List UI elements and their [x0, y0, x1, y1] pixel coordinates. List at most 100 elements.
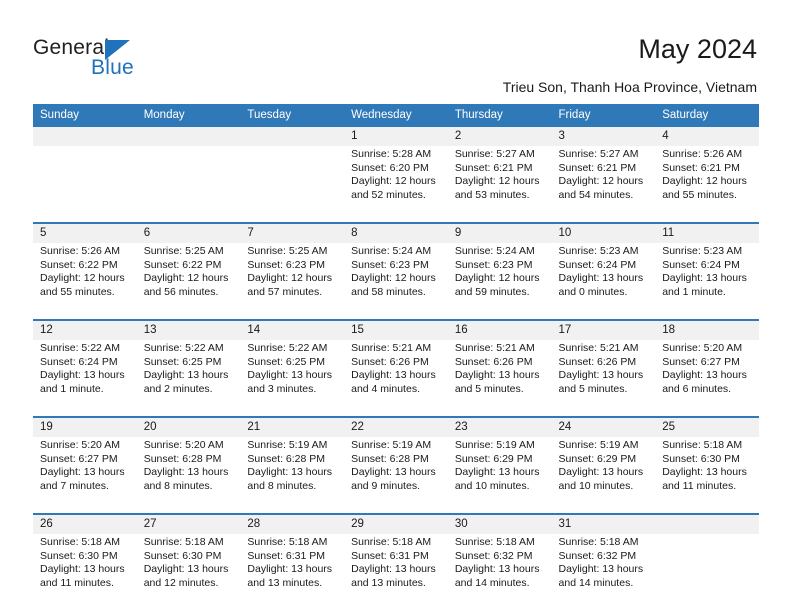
- day-number-cell[interactable]: 29: [344, 513, 448, 534]
- day-number-cell[interactable]: 13: [136, 319, 241, 340]
- day-number: 12: [40, 324, 53, 336]
- day-number-cell[interactable]: 23: [447, 416, 552, 437]
- day-number: 27: [143, 518, 157, 530]
- day-cell[interactable]: Sunrise: 5:22 AM Sunset: 6:25 PM Daylight:…: [240, 340, 345, 417]
- day-cell[interactable]: Sunrise: 5:19 AM Sunset: 6:29 PM Daylight:…: [551, 437, 656, 514]
- daylight-text: Daylight: 13 hours: [40, 369, 125, 382]
- weekday-header-sunday: Sunday: [33, 104, 137, 127]
- day-cell[interactable]: Sunrise: 5:26 AM Sunset: 6:21 PM Daylight:…: [655, 146, 759, 223]
- day-cell[interactable]: Sunrise: 5:18 AM Sunset: 6:30 PM Daylight:…: [655, 437, 759, 514]
- day-cell[interactable]: Sunrise: 5:20 AM Sunset: 6:28 PM Daylight:…: [136, 437, 241, 514]
- day-number-cell[interactable]: 18: [655, 319, 759, 340]
- day-cell[interactable]: Sunrise: 5:21 AM Sunset: 6:26 PM Daylight:…: [551, 340, 656, 417]
- day-number: 16: [454, 324, 468, 336]
- day-number: 22: [351, 421, 364, 433]
- day-number-cell[interactable]: 14: [240, 319, 345, 340]
- day-number-cell[interactable]: 19: [33, 416, 137, 437]
- day-number-cell[interactable]: 21: [240, 416, 345, 437]
- day-number: 17: [558, 324, 572, 336]
- day-cell[interactable]: Sunrise: 5:21 AM Sunset: 6:26 PM Daylight:…: [344, 340, 448, 417]
- day-number-cell[interactable]: 17: [551, 319, 656, 340]
- day-number-cell[interactable]: 27: [136, 513, 241, 534]
- general-blue-logo: General Blue: [33, 36, 233, 84]
- day-cell[interactable]: Sunrise: 5:27 AM Sunset: 6:21 PM Daylight:…: [447, 146, 552, 223]
- day-number-cell[interactable]: 1: [344, 127, 448, 146]
- day-number: 5: [40, 227, 47, 239]
- day-number-cell[interactable]: 10: [551, 222, 656, 243]
- day-number-cell[interactable]: 9: [447, 222, 552, 243]
- logo-word-blue: Blue: [91, 56, 134, 79]
- daylight-text: and 6 minutes.: [662, 382, 732, 395]
- day-cell[interactable]: Sunrise: 5:18 AM Sunset: 6:32 PM Daylight:…: [551, 534, 656, 610]
- day-number-cell[interactable]: 3: [551, 127, 656, 146]
- day-number-cell[interactable]: 15: [344, 319, 448, 340]
- day-cell[interactable]: Sunrise: 5:23 AM Sunset: 6:24 PM Daylight:…: [655, 243, 759, 320]
- day-cell[interactable]: Sunrise: 5:18 AM Sunset: 6:30 PM Daylight:…: [33, 534, 137, 610]
- empty-day-cell: [136, 146, 241, 223]
- day-cell[interactable]: Sunrise: 5:20 AM Sunset: 6:27 PM Daylight:…: [655, 340, 759, 417]
- day-cell[interactable]: Sunrise: 5:21 AM Sunset: 6:26 PM Daylight:…: [447, 340, 552, 417]
- week-detail-row: Sunrise: 5:20 AM Sunset: 6:27 PM Daylight:…: [33, 437, 759, 514]
- empty-day-cell: [33, 146, 137, 223]
- daylight-text: Daylight: 12 hours: [351, 272, 436, 285]
- day-cell[interactable]: Sunrise: 5:25 AM Sunset: 6:23 PM Daylight:…: [240, 243, 345, 320]
- day-cell[interactable]: Sunrise: 5:25 AM Sunset: 6:22 PM Daylight:…: [136, 243, 241, 320]
- day-number-cell[interactable]: 7: [240, 222, 345, 243]
- day-number-cell[interactable]: 6: [136, 222, 241, 243]
- sunrise-text: Sunrise: 5:21 AM: [351, 342, 432, 354]
- sunset-text: Sunset: 6:25 PM: [143, 355, 222, 368]
- day-cell[interactable]: Sunrise: 5:23 AM Sunset: 6:24 PM Daylight:…: [551, 243, 656, 320]
- day-cell[interactable]: Sunrise: 5:19 AM Sunset: 6:29 PM Daylight:…: [447, 437, 552, 514]
- day-number-cell[interactable]: 12: [33, 319, 137, 340]
- daylight-text: and 13 minutes.: [351, 576, 426, 589]
- sunset-text: Sunset: 6:23 PM: [247, 258, 326, 271]
- day-cell[interactable]: Sunrise: 5:18 AM Sunset: 6:31 PM Daylight:…: [240, 534, 345, 610]
- sunset-text: Sunset: 6:30 PM: [143, 549, 222, 562]
- day-cell[interactable]: Sunrise: 5:19 AM Sunset: 6:28 PM Daylight:…: [240, 437, 345, 514]
- week-number-row: 5 6 7 8 9 10 11: [33, 222, 759, 243]
- weekday-header-monday: Monday: [136, 104, 241, 127]
- day-number-cell[interactable]: 26: [33, 513, 137, 534]
- day-cell[interactable]: Sunrise: 5:28 AM Sunset: 6:20 PM Daylight:…: [344, 146, 448, 223]
- day-cell[interactable]: Sunrise: 5:20 AM Sunset: 6:27 PM Daylight:…: [33, 437, 137, 514]
- day-number-cell[interactable]: 16: [447, 319, 552, 340]
- day-number-cell[interactable]: 24: [551, 416, 656, 437]
- sunset-text: Sunset: 6:28 PM: [143, 452, 222, 465]
- day-cell[interactable]: Sunrise: 5:27 AM Sunset: 6:21 PM Daylight:…: [551, 146, 656, 223]
- day-number-cell[interactable]: 8: [344, 222, 448, 243]
- daylight-text: Daylight: 13 hours: [558, 369, 644, 382]
- day-cell[interactable]: Sunrise: 5:22 AM Sunset: 6:24 PM Daylight:…: [33, 340, 137, 417]
- day-number-cell[interactable]: 5: [33, 222, 137, 243]
- day-number-cell[interactable]: 4: [655, 127, 759, 146]
- day-number-cell[interactable]: 30: [447, 513, 552, 534]
- day-cell[interactable]: Sunrise: 5:18 AM Sunset: 6:32 PM Daylight:…: [447, 534, 552, 610]
- day-cell[interactable]: Sunrise: 5:22 AM Sunset: 6:25 PM Daylight:…: [136, 340, 241, 417]
- day-number-cell[interactable]: 31: [551, 513, 656, 534]
- day-number-cell[interactable]: 28: [240, 513, 345, 534]
- sunrise-text: Sunrise: 5:18 AM: [247, 536, 328, 548]
- day-cell[interactable]: Sunrise: 5:24 AM Sunset: 6:23 PM Daylight:…: [344, 243, 448, 320]
- sunset-text: Sunset: 6:32 PM: [454, 549, 533, 562]
- day-number: 23: [454, 421, 468, 433]
- week-detail-row: Sunrise: 5:18 AM Sunset: 6:30 PM Daylight:…: [33, 534, 759, 610]
- daylight-text: and 9 minutes.: [351, 479, 420, 492]
- day-cell[interactable]: Sunrise: 5:18 AM Sunset: 6:31 PM Daylight:…: [344, 534, 448, 610]
- sunset-text: Sunset: 6:24 PM: [40, 355, 118, 368]
- day-cell[interactable]: Sunrise: 5:26 AM Sunset: 6:22 PM Daylight:…: [33, 243, 137, 320]
- daylight-text: and 2 minutes.: [143, 382, 213, 395]
- day-number-cell[interactable]: 25: [655, 416, 759, 437]
- day-cell[interactable]: Sunrise: 5:24 AM Sunset: 6:23 PM Daylight:…: [447, 243, 552, 320]
- day-number: 15: [351, 324, 364, 336]
- day-cell[interactable]: Sunrise: 5:19 AM Sunset: 6:28 PM Daylight:…: [344, 437, 448, 514]
- sunset-text: Sunset: 6:31 PM: [351, 549, 429, 562]
- daylight-text: and 4 minutes.: [351, 382, 420, 395]
- day-cell[interactable]: Sunrise: 5:18 AM Sunset: 6:30 PM Daylight:…: [136, 534, 241, 610]
- day-number-cell[interactable]: 2: [447, 127, 552, 146]
- sunset-text: Sunset: 6:26 PM: [454, 355, 533, 368]
- daylight-text: Daylight: 13 hours: [351, 563, 436, 576]
- day-number-cell[interactable]: 11: [655, 222, 759, 243]
- day-number-cell[interactable]: 22: [344, 416, 448, 437]
- sunrise-text: Sunrise: 5:20 AM: [40, 439, 120, 451]
- sunset-text: Sunset: 6:27 PM: [40, 452, 118, 465]
- day-number-cell[interactable]: 20: [136, 416, 241, 437]
